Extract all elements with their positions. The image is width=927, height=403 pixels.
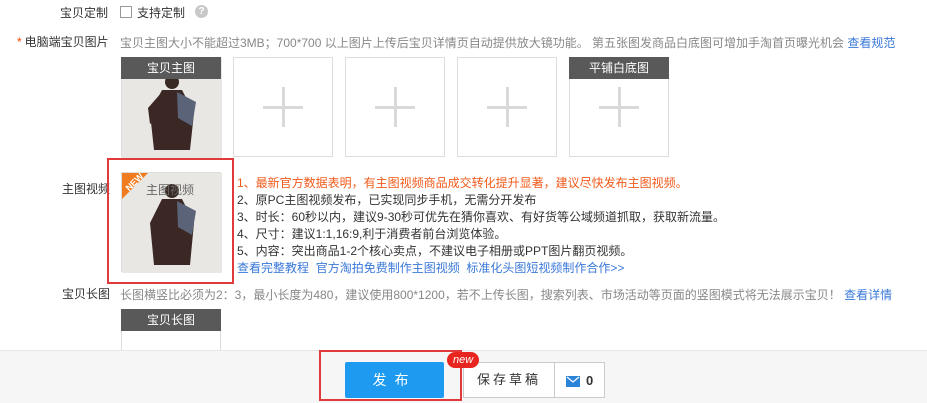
image-slot-3[interactable]: [345, 57, 445, 157]
publish-highlight-box: [319, 350, 462, 401]
video-tip-1: 1、最新官方数据表明，有主图视频商品成交转化提升显著，建议尽快发布主图视频。: [237, 176, 688, 190]
custom-label: 宝贝定制: [60, 6, 109, 20]
white-bg-slot-title: 平铺白底图: [569, 57, 669, 79]
message-count: 0: [586, 373, 594, 388]
image-slot-4[interactable]: [457, 57, 557, 157]
video-tip-2: 2、原PC主图视频发布，已实现同步手机，无需分开发布: [237, 193, 537, 207]
video-tip-5: 5、内容：突出商品1-2个核心卖点，不建议电子相册或PPT图片翻页视频。: [237, 244, 633, 258]
help-icon[interactable]: ?: [195, 5, 208, 18]
custom-checkbox[interactable]: [120, 6, 132, 18]
video-tips: 1、最新官方数据表明，有主图视频商品成交转化提升显著，建议尽快发布主图视频。 2…: [237, 175, 725, 277]
video-tip-4: 4、尺寸：建议1:1,16:9,利于消费者前台浏览体验。: [237, 227, 507, 241]
tutorial-link[interactable]: 查看完整教程: [237, 261, 309, 275]
long-image-slot-title: 宝贝长图: [121, 309, 221, 331]
pc-images-hint-text: 宝贝主图大小不能超过3MB；700*700 以上图片上传后宝贝详情页自动提供放大…: [120, 36, 845, 50]
message-button[interactable]: 0: [555, 362, 605, 398]
pc-images-hint: 宝贝主图大小不能超过3MB；700*700 以上图片上传后宝贝详情页自动提供放大…: [120, 34, 895, 51]
image-slot-2[interactable]: [233, 57, 333, 157]
view-spec-link[interactable]: 查看规范: [847, 36, 895, 50]
custom-checkbox-label: 支持定制: [137, 6, 186, 20]
long-image-hint-text: 长图横竖比必须为2：3，最小长度为480，建议使用800*1200，若不上传长图…: [120, 288, 841, 302]
plus-icon-vertical: [282, 87, 285, 127]
plus-icon-vertical: [618, 87, 621, 127]
white-bg-image-slot[interactable]: 平铺白底图: [569, 57, 669, 157]
required-mark: *: [17, 35, 22, 49]
new-badge: new: [447, 352, 480, 368]
main-image-slot-title: 宝贝主图: [121, 57, 221, 79]
video-links: 查看完整教程 官方淘拍免费制作主图视频 标准化头图短视频制作合作>>: [237, 260, 725, 277]
pc-images-label: * 电脑端宝贝图片: [17, 33, 109, 50]
long-image-label: 宝贝长图: [62, 287, 111, 301]
main-image-slot[interactable]: 宝贝主图: [121, 57, 222, 158]
plus-icon-vertical: [394, 87, 397, 127]
plus-icon-vertical: [506, 87, 509, 127]
video-highlight-box: [107, 158, 234, 284]
partner-video-link[interactable]: 标准化头图短视频制作合作>>: [466, 261, 624, 275]
video-tip-3: 3、时长：60秒以内，建议9-30秒可优先在猜你喜欢、有好货等公域频道抓取，获取…: [237, 210, 726, 224]
save-draft-button[interactable]: 保存草稿: [463, 362, 555, 398]
mail-icon: [566, 376, 580, 387]
long-image-hint: 长图横竖比必须为2：3，最小长度为480，建议使用800*1200，若不上传长图…: [120, 286, 892, 303]
video-label: 主图视频: [62, 182, 111, 196]
free-video-link[interactable]: 官方淘拍免费制作主图视频: [316, 261, 460, 275]
pc-images-label-text: 电脑端宝贝图片: [24, 35, 109, 49]
view-detail-link[interactable]: 查看详情: [844, 288, 892, 302]
